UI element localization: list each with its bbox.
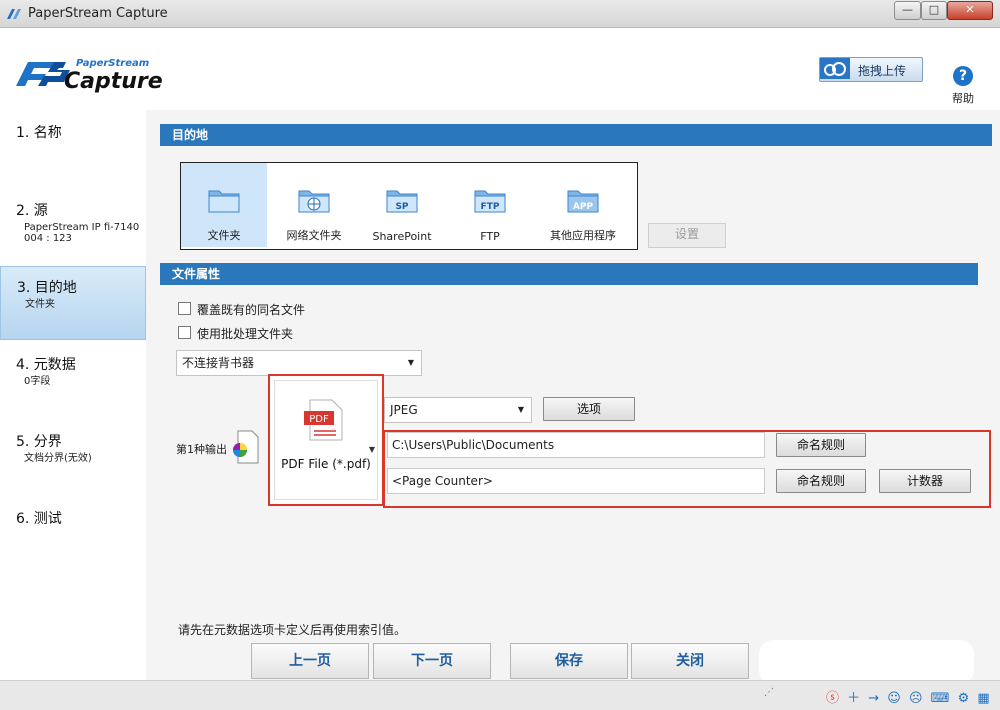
ime-logo-icon: ⓢ bbox=[826, 691, 842, 706]
sidebar-step-destination[interactable]: 3. 目的地 文件夹 bbox=[0, 266, 146, 340]
pdf-icon: PDF bbox=[304, 399, 343, 441]
dest-option-sharepoint[interactable]: SP SharePoint bbox=[359, 163, 445, 247]
close-window-button[interactable]: ✕ bbox=[947, 1, 993, 20]
app-folder-icon: APP bbox=[567, 190, 599, 213]
chevron-down-icon: ▼ bbox=[517, 405, 524, 414]
help-label[interactable]: 帮助 bbox=[952, 90, 974, 106]
dest-option-label: 其他应用程序 bbox=[550, 229, 616, 242]
index-note: 请先在元数据选项卡定义后再使用索引值。 bbox=[178, 623, 407, 637]
compression-dropdown-value: JPEG bbox=[390, 403, 418, 417]
blank-overlay bbox=[759, 640, 974, 684]
paperstream-logo: PaperStream Capture bbox=[16, 58, 163, 94]
close-icon: ✕ bbox=[965, 3, 975, 16]
save-button[interactable]: 保存 bbox=[510, 643, 628, 679]
file-name-input[interactable]: <Page Counter> bbox=[387, 468, 765, 494]
ime-toolbar-icons[interactable]: ⓢ ＋ → ☺ ☹ ⌨ ⚙ ▦ bbox=[826, 687, 992, 706]
folder-path-input[interactable]: C:\Users\Public\Documents bbox=[387, 432, 765, 458]
step-sub: 0字段 bbox=[24, 376, 51, 387]
counter-button[interactable]: 计数器 bbox=[879, 469, 971, 493]
endorser-dropdown-value: 不连接背书器 bbox=[182, 356, 255, 370]
network-folder-icon bbox=[298, 190, 330, 213]
chevron-down-icon: ▼ bbox=[407, 358, 414, 367]
folder-icon bbox=[208, 190, 240, 213]
compression-dropdown[interactable]: JPEG ▼ bbox=[384, 397, 532, 423]
sharepoint-folder-icon: SP bbox=[386, 190, 418, 213]
step-label: 4. 元数据 bbox=[16, 357, 76, 373]
window-title: PaperStream Capture bbox=[28, 6, 168, 21]
maximize-button[interactable]: □ bbox=[921, 1, 947, 20]
step-label: 5. 分界 bbox=[16, 434, 62, 450]
batch-folder-checkbox[interactable] bbox=[178, 326, 191, 339]
step-sub-2: 004 : 123 bbox=[24, 233, 72, 244]
chevron-down-icon: ▼ bbox=[368, 445, 375, 454]
naming-rule-button[interactable]: 命名规则 bbox=[776, 433, 866, 457]
destination-selector: 文件夹 网络文件夹 SP SharePoint FTP FTP APP 其他应用… bbox=[180, 162, 638, 250]
step-sub: 文件夹 bbox=[25, 299, 55, 310]
sidebar-step-source[interactable]: 2. 源 PaperStream IP fi-7140 004 : 123 bbox=[0, 200, 146, 244]
overwrite-label: 覆盖既有的同名文件 bbox=[197, 303, 306, 317]
batch-folder-checkbox-row[interactable]: 使用批处理文件夹 bbox=[178, 325, 293, 342]
svg-text:FTP: FTP bbox=[481, 202, 500, 212]
drag-upload-label: 拖拽上传 bbox=[858, 64, 907, 78]
batch-folder-label: 使用批处理文件夹 bbox=[197, 327, 294, 341]
cloud-icon bbox=[820, 58, 850, 79]
logo-main-text: Capture bbox=[64, 69, 163, 94]
app-icon bbox=[7, 9, 21, 19]
step-sub: PaperStream IP fi-7140 bbox=[24, 222, 140, 233]
wizard-sidebar: 1. 名称 2. 源 PaperStream IP fi-7140 004 : … bbox=[0, 110, 146, 680]
file-format-label: PDF File (*.pdf) bbox=[281, 457, 371, 471]
main-panel: 目的地 文件夹 网络文件夹 SP SharePoint FTP FTP APP … bbox=[146, 110, 1000, 680]
app-header: PaperStream Capture 拖拽上传 ? 帮助 bbox=[0, 28, 1000, 110]
maximize-icon: □ bbox=[928, 3, 940, 16]
file-format-highlight: PDF PDF File (*.pdf) ▼ bbox=[268, 374, 384, 506]
color-mode-icon[interactable] bbox=[230, 430, 260, 464]
sidebar-step-test[interactable]: 6. 测试 bbox=[0, 508, 146, 528]
step-label: 6. 测试 bbox=[16, 511, 62, 527]
close-button[interactable]: 关闭 bbox=[631, 643, 749, 679]
drag-upload-button[interactable]: 拖拽上传 bbox=[819, 57, 923, 82]
svg-text:PDF: PDF bbox=[309, 414, 329, 425]
minimize-icon: — bbox=[902, 3, 913, 16]
dest-option-label: FTP bbox=[480, 230, 500, 243]
dest-option-label: 文件夹 bbox=[207, 229, 241, 242]
step-label: 1. 名称 bbox=[16, 125, 62, 141]
help-icon[interactable]: ? bbox=[953, 66, 973, 86]
title-bar: PaperStream Capture — □ ✕ bbox=[0, 0, 1000, 28]
sidebar-step-name[interactable]: 1. 名称 bbox=[0, 122, 146, 142]
overwrite-checkbox-row[interactable]: 覆盖既有的同名文件 bbox=[178, 301, 305, 318]
sidebar-step-separation[interactable]: 5. 分界 文档分界(无效) bbox=[0, 431, 146, 464]
endorser-dropdown[interactable]: 不连接背书器 ▼ bbox=[176, 350, 422, 376]
step-label: 2. 源 bbox=[16, 203, 48, 219]
logo-top-text: PaperStream bbox=[76, 58, 149, 69]
svg-text:APP: APP bbox=[573, 202, 594, 212]
options-button[interactable]: 选项 bbox=[543, 397, 635, 421]
ftp-folder-icon: FTP bbox=[474, 190, 506, 213]
next-page-button[interactable]: 下一页 bbox=[373, 643, 491, 679]
minimize-button[interactable]: — bbox=[894, 1, 921, 20]
svg-text:SP: SP bbox=[395, 202, 408, 212]
step-sub: 文档分界(无效) bbox=[24, 453, 92, 464]
overwrite-checkbox[interactable] bbox=[178, 302, 191, 315]
settings-button[interactable]: 设置 bbox=[648, 223, 726, 248]
sidebar-step-metadata[interactable]: 4. 元数据 0字段 bbox=[0, 354, 146, 387]
file-properties-section-header: 文件属性 bbox=[160, 263, 978, 285]
dest-option-label: SharePoint bbox=[372, 230, 432, 243]
dest-option-folder[interactable]: 文件夹 bbox=[181, 163, 267, 247]
dest-option-ftp[interactable]: FTP FTP bbox=[447, 163, 533, 247]
destination-section-header: 目的地 bbox=[160, 124, 992, 146]
resize-grip-icon[interactable]: ⋰ bbox=[764, 687, 774, 698]
dest-option-other-app[interactable]: APP 其他应用程序 bbox=[533, 163, 633, 247]
output-label: 第1种输出 bbox=[176, 443, 227, 456]
previous-page-button[interactable]: 上一页 bbox=[251, 643, 369, 679]
bottom-tray: ⋰ ⓢ ＋ → ☺ ☹ ⌨ ⚙ ▦ bbox=[0, 680, 1000, 710]
file-naming-rule-button[interactable]: 命名规则 bbox=[776, 469, 866, 493]
file-format-selector[interactable]: PDF PDF File (*.pdf) ▼ bbox=[274, 380, 378, 500]
step-label: 3. 目的地 bbox=[17, 280, 77, 296]
dest-option-network-folder[interactable]: 网络文件夹 bbox=[271, 163, 357, 247]
dest-option-label: 网络文件夹 bbox=[286, 229, 342, 242]
